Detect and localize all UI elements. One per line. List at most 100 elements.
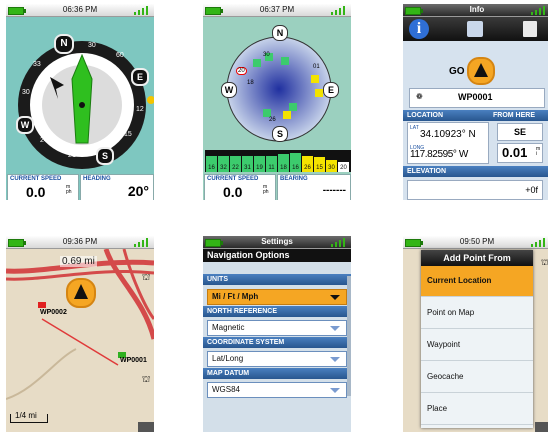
signal-icon xyxy=(331,6,349,15)
satellite-screen: 06:37 PM 20 18 30 01 26 N E S W 16 32 22 31… xyxy=(203,4,351,200)
compass-s: S xyxy=(272,126,288,142)
info-tab-icon[interactable]: i xyxy=(409,19,429,39)
elevation-header: ELEVATION xyxy=(403,166,548,177)
signal-bar-label: 18 xyxy=(278,164,289,172)
dial-mark: 15 xyxy=(124,131,132,138)
compass-n: N xyxy=(272,25,288,41)
signal-bar-label: 16 xyxy=(290,164,301,172)
elevation-box: +0f xyxy=(407,180,543,200)
clock: 06:37 PM xyxy=(259,5,295,14)
battery-icon xyxy=(205,7,223,15)
distance-value: 0.01 xyxy=(502,145,528,160)
distance-box: 0.01 mi xyxy=(497,143,543,163)
bearing-value: ------- xyxy=(322,185,346,196)
signal-icon xyxy=(134,238,152,247)
datum-label: MAP DATUM xyxy=(203,368,351,379)
datum-select[interactable]: WGS84 xyxy=(207,382,347,398)
signal-bar xyxy=(266,156,277,164)
status-bar: 09:36 PM xyxy=(6,236,154,249)
battery-icon xyxy=(8,239,26,247)
screen-title: Info xyxy=(469,5,485,14)
poi-icon: ⛫ xyxy=(142,374,151,384)
info-screen: Info i GO ❁ WP0001 LOCATION FROM HERE LAT… xyxy=(403,4,548,200)
sat-label: 26 xyxy=(269,117,276,123)
waypoint-name: WP0001 xyxy=(458,92,493,102)
bearing-dot-icon xyxy=(147,96,154,104)
compass-screen: 06:36 PM N E S W 30 60 12 15 21 24 30 33… xyxy=(6,4,154,200)
signal-bar-label: 31 xyxy=(242,164,253,172)
signal-bar-label: 16 xyxy=(206,164,217,172)
waypoint-1-label: WP0001 xyxy=(120,357,147,364)
signal-icon xyxy=(531,238,548,247)
menu-title: Add Point From xyxy=(421,250,533,266)
location-header: LOCATION FROM HERE xyxy=(403,110,548,121)
chevron-down-icon xyxy=(330,388,340,393)
distance-unit: mi xyxy=(536,146,541,157)
menu-item-point-on-map[interactable]: Point on Map xyxy=(421,298,533,329)
dial-mark: 60 xyxy=(116,52,124,59)
poi-icon: ⛫ xyxy=(142,272,151,282)
compass-w: W xyxy=(221,82,237,98)
battery-icon xyxy=(405,239,423,247)
edit-waypoint-icon[interactable] xyxy=(467,21,483,37)
chevron-down-icon xyxy=(330,295,340,300)
signal-bar xyxy=(278,154,289,164)
notes-icon[interactable] xyxy=(523,21,537,37)
signal-icon xyxy=(331,238,349,247)
menu-item-place[interactable]: Place xyxy=(421,394,533,425)
scale-bar: 1/4 mi xyxy=(10,411,48,423)
status-bar: 06:37 PM xyxy=(203,4,351,17)
sat-label: 30 xyxy=(263,52,270,58)
menu-item-waypoint[interactable]: Waypoint xyxy=(421,330,533,361)
signal-bar-label: 11 xyxy=(266,164,277,172)
signal-bar xyxy=(218,156,229,164)
waypoint-field[interactable]: ❁ WP0001 xyxy=(409,88,545,108)
north-label: NORTH REFERENCE xyxy=(203,306,351,317)
scrollbar[interactable] xyxy=(347,276,351,396)
dial-mark: 30 xyxy=(22,89,30,96)
speed-unit: mph xyxy=(66,184,72,195)
clock: 09:36 PM xyxy=(62,237,98,246)
signal-bar-label: 26 xyxy=(302,164,313,172)
section-header: Navigation Options xyxy=(203,249,351,262)
go-button[interactable] xyxy=(467,57,495,85)
battery-icon xyxy=(405,7,423,15)
clock: 09:50 PM xyxy=(459,237,495,246)
dial-mark: 24 xyxy=(40,137,48,144)
menu-item-geocache[interactable]: Geocache xyxy=(421,362,533,393)
bearing-panel: BEARING ------- xyxy=(277,174,351,200)
dial-mark: 21 xyxy=(68,152,76,159)
signal-bar xyxy=(314,157,325,164)
map-screen: 09:36 PM 0.69 mi WP0002 WP0001 ⛫ ⛫ 1/4 m… xyxy=(6,236,154,432)
signal-bar-label: 20 xyxy=(338,164,349,172)
poi-icon: ⛫ xyxy=(541,258,548,267)
units-label: UNITS xyxy=(203,274,351,285)
route-distance: 0.69 mi xyxy=(60,256,97,267)
coordinate-select[interactable]: Lat/Long xyxy=(207,351,347,367)
heading-panel: HEADING 20° xyxy=(80,174,154,200)
add-point-menu: Add Point From Current Location Point on… xyxy=(421,250,533,428)
signal-bar xyxy=(242,156,253,164)
compass-e: E xyxy=(323,82,339,98)
sat-label: 18 xyxy=(247,80,254,86)
tab-bar: i xyxy=(403,17,548,41)
signal-bar xyxy=(302,156,313,164)
latitude: 34.10923° N xyxy=(420,129,476,140)
signal-bar-label: 30 xyxy=(326,164,337,172)
north-select[interactable]: Magnetic xyxy=(207,320,347,336)
go-button[interactable] xyxy=(66,278,96,308)
status-bar: 09:50 PM xyxy=(403,236,548,249)
units-select[interactable]: Mi / Ft / Mph xyxy=(207,289,347,305)
signal-bars: 16 32 22 31 19 11 18 16 26 15 30 20 xyxy=(205,150,351,172)
screen-title: Settings xyxy=(261,237,293,246)
signal-bar-label: 15 xyxy=(314,164,325,172)
waypoint-2-label: WP0002 xyxy=(40,309,67,316)
speed-value: 0.0 xyxy=(26,184,46,200)
menu-item-current-location[interactable]: Current Location xyxy=(421,266,533,297)
map-canvas[interactable] xyxy=(6,249,154,432)
chevron-down-icon xyxy=(330,357,340,362)
signal-bar-label: 32 xyxy=(218,164,229,172)
waypoint-flag-icon: ❁ xyxy=(416,92,423,101)
clock: 06:36 PM xyxy=(62,5,98,14)
speed-value: 0.0 xyxy=(223,184,243,200)
